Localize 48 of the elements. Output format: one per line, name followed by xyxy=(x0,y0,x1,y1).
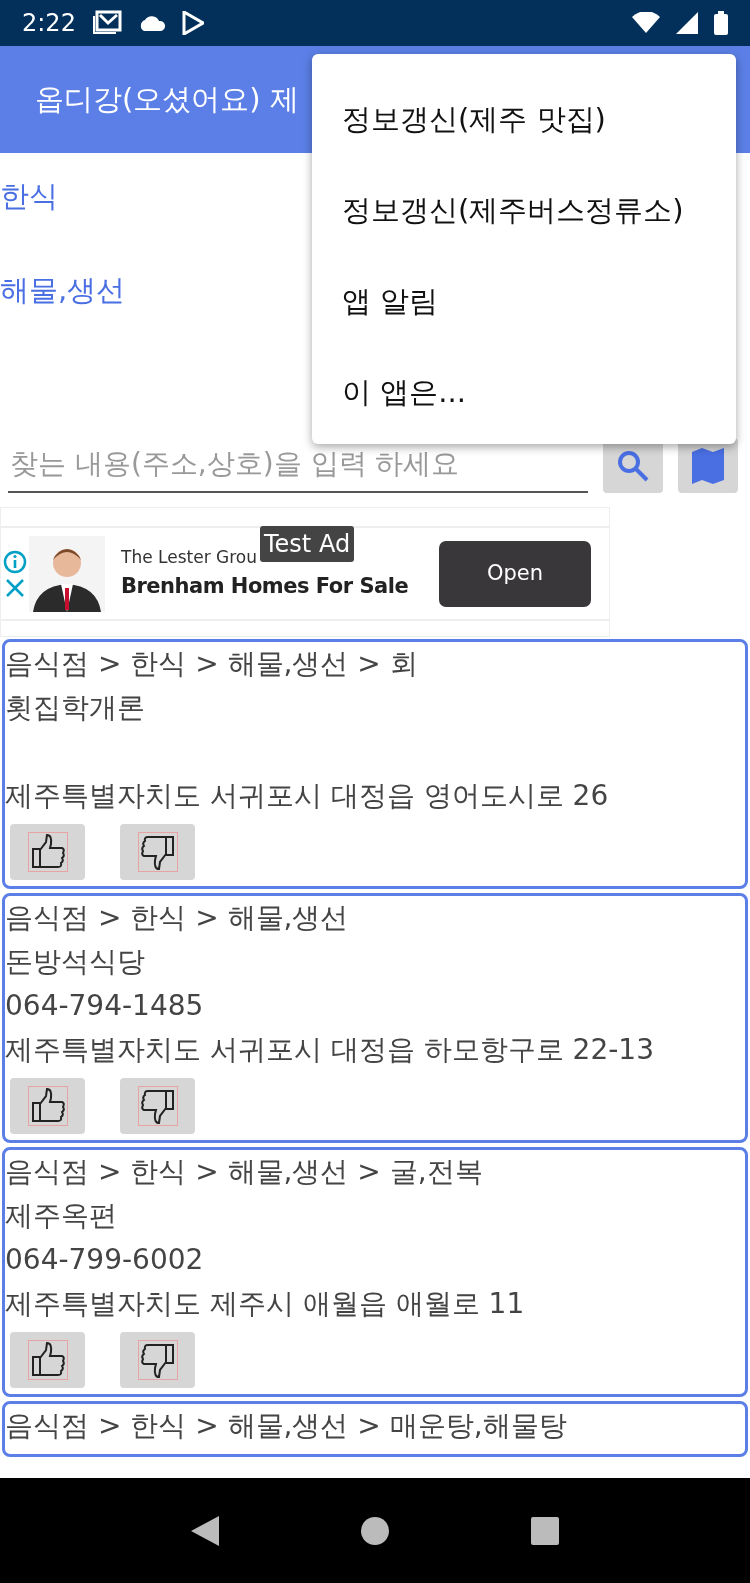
dislike-button[interactable] xyxy=(120,1078,195,1134)
thumbs-down-icon xyxy=(137,1340,178,1380)
search-field[interactable]: 찾는 내용(주소,상호)을 입력 하세요 xyxy=(8,441,588,493)
close-icon[interactable] xyxy=(5,577,25,598)
place-name: 돈방석식당 xyxy=(5,944,146,980)
battery-icon xyxy=(714,11,728,35)
recents-icon[interactable] xyxy=(531,1516,559,1545)
advertiser-name: The Lester Grou xyxy=(121,546,258,569)
address: 제주특별자치도 서귀포시 대정읍 영어도시로 26 xyxy=(5,778,610,814)
thumbs-down-icon xyxy=(137,832,178,872)
place-name: 제주옥편 xyxy=(5,1198,118,1234)
dislike-button[interactable] xyxy=(120,1332,195,1388)
menu-item[interactable]: 정보갱신(제주버스정류소) xyxy=(312,165,736,256)
signal-icon xyxy=(676,12,698,34)
dislike-button[interactable] xyxy=(120,824,195,880)
address: 제주특별자치도 제주시 애월읍 애월로 11 xyxy=(5,1286,526,1322)
map-button[interactable] xyxy=(678,438,738,493)
search-icon xyxy=(616,448,650,483)
app-title: 옵디강(오셨어요) 제 xyxy=(35,80,299,118)
address: 제주특별자치도 서귀포시 대정읍 하모항구로 22-13 xyxy=(5,1032,655,1068)
like-button[interactable] xyxy=(10,1332,85,1388)
mail-icon xyxy=(91,10,122,36)
menu-item[interactable]: 이 앱은... xyxy=(312,347,736,438)
ad-headline: Brenham Homes For Sale xyxy=(121,572,410,600)
ad-label: Test Ad xyxy=(260,526,355,562)
category-path: 음식점 > 한식 > 해물,생선 > 회 xyxy=(5,646,419,682)
menu-item[interactable]: 앱 알림 xyxy=(312,256,736,347)
place-name: 횟집학개론 xyxy=(5,690,146,726)
phone-number: 064-794-1485 xyxy=(5,988,205,1024)
thumbs-down-icon xyxy=(137,1086,178,1126)
menu-item[interactable]: 정보갱신(제주 맛집) xyxy=(312,74,736,165)
thumbs-up-icon xyxy=(27,832,68,872)
thumbs-up-icon xyxy=(27,1340,68,1380)
phone-number: 064-799-6002 xyxy=(5,1242,205,1278)
category-path: 음식점 > 한식 > 해물,생선 xyxy=(5,900,350,936)
wifi-icon xyxy=(632,12,660,34)
category-path: 음식점 > 한식 > 해물,생선 > 매운탕,해물탕 xyxy=(5,1408,568,1444)
clock: 2:22 xyxy=(22,8,76,39)
info-icon xyxy=(3,549,27,574)
like-button[interactable] xyxy=(10,824,85,880)
category-path: 음식점 > 한식 > 해물,생선 > 굴,전복 xyxy=(5,1154,484,1190)
thumbs-up-icon xyxy=(27,1086,68,1126)
back-icon[interactable] xyxy=(191,1515,219,1546)
like-button[interactable] xyxy=(10,1078,85,1134)
map-icon xyxy=(691,447,725,484)
play-store-icon xyxy=(181,11,204,35)
open-button[interactable]: Open xyxy=(439,540,591,607)
home-icon[interactable] xyxy=(361,1516,389,1545)
